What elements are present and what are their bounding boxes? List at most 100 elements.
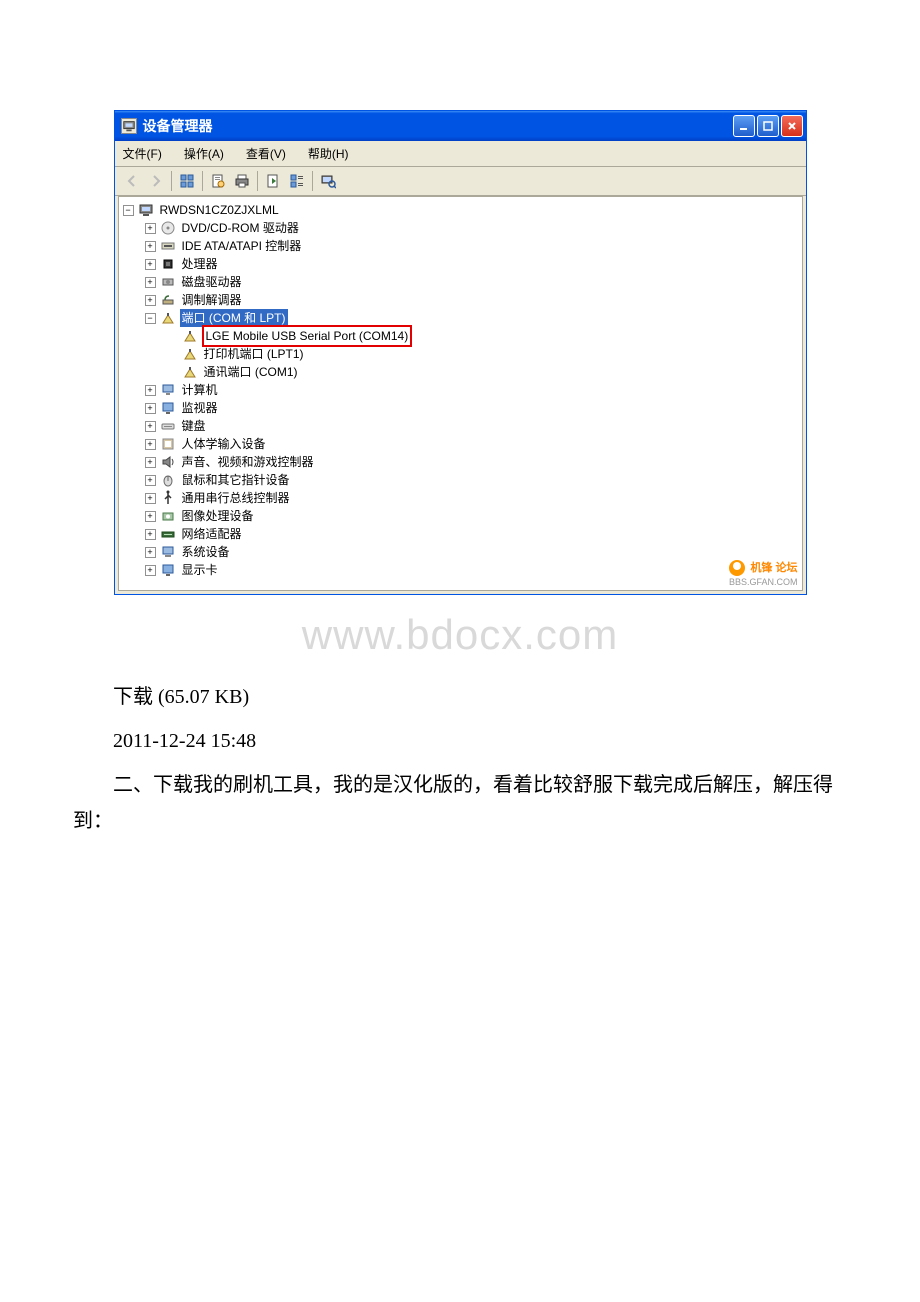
tree-node[interactable]: + 声音、视频和游戏控制器 [123, 453, 798, 471]
forum-watermark-sub: BBS.GFAN.COM [729, 577, 798, 587]
expander-icon[interactable]: + [145, 421, 156, 432]
expander-icon[interactable]: + [145, 223, 156, 234]
cpu-icon [160, 256, 176, 272]
article-body: 下载 (65.07 KB) 2011-12-24 15:48 二、下载我的刷机工… [65, 679, 855, 839]
tree-node[interactable]: + IDE ATA/ATAPI 控制器 [123, 237, 798, 255]
toolbar-scan-button[interactable] [316, 170, 340, 192]
tree-node-label[interactable]: 系统设备 [180, 543, 232, 561]
ide-icon [160, 238, 176, 254]
tree-node[interactable]: + DVD/CD-ROM 驱动器 [123, 219, 798, 237]
maximize-button[interactable] [757, 115, 779, 137]
modem-icon [160, 292, 176, 308]
expander-icon[interactable]: + [145, 547, 156, 558]
tree-node-label[interactable]: 处理器 [180, 255, 220, 273]
expander-icon[interactable]: + [145, 385, 156, 396]
cdrom-icon [160, 220, 176, 236]
expander-icon[interactable]: + [145, 277, 156, 288]
tree-node[interactable]: + 图像处理设备 [123, 507, 798, 525]
tree-node[interactable]: + 磁盘驱动器 [123, 273, 798, 291]
tree-node[interactable]: + 调制解调器 [123, 291, 798, 309]
tree-node-label[interactable]: 人体学输入设备 [180, 435, 268, 453]
tree-root[interactable]: − RWDSN1CZ0ZJXLML [123, 201, 798, 219]
expander-icon[interactable]: + [145, 565, 156, 576]
expander-icon[interactable]: + [145, 439, 156, 450]
menu-action[interactable]: 操作(A) [180, 143, 228, 164]
device-tree[interactable]: − RWDSN1CZ0ZJXLML + DVD/CD-ROM 驱动器 + IDE… [118, 196, 803, 591]
tree-node[interactable]: + 显示卡 [123, 561, 798, 579]
tree-node-label[interactable]: 通用串行总线控制器 [180, 489, 292, 507]
device-manager-icon [121, 118, 137, 134]
toolbar-properties-button[interactable] [206, 170, 230, 192]
forum-watermark-main: 机锋 论坛 [750, 562, 797, 574]
minimize-button[interactable] [733, 115, 755, 137]
expander-icon[interactable]: − [145, 313, 156, 324]
disk-icon [160, 274, 176, 290]
menu-view[interactable]: 查看(V) [242, 143, 290, 164]
system-icon [160, 544, 176, 560]
timestamp-line: 2011-12-24 15:48 [73, 723, 847, 759]
tree-node[interactable]: + 网络适配器 [123, 525, 798, 543]
tree-node-label[interactable]: 鼠标和其它指针设备 [180, 471, 292, 489]
tree-node-label[interactable]: 声音、视频和游戏控制器 [180, 453, 316, 471]
tree-child-label[interactable]: 通讯端口 (COM1) [202, 363, 300, 381]
tree-node-label[interactable]: 图像处理设备 [180, 507, 256, 525]
close-button[interactable] [781, 115, 803, 137]
menu-file[interactable]: 文件(F) [119, 143, 166, 164]
expander-icon[interactable]: + [145, 457, 156, 468]
tree-node-label[interactable]: 显示卡 [180, 561, 220, 579]
tree-node[interactable]: + 键盘 [123, 417, 798, 435]
menu-help[interactable]: 帮助(H) [304, 143, 353, 164]
forum-watermark: 机锋 论坛 BBS.GFAN.COM [729, 560, 798, 588]
toolbar-print-button[interactable] [230, 170, 254, 192]
hid-icon [160, 436, 176, 452]
expander-icon[interactable]: + [145, 475, 156, 486]
window-titlebar[interactable]: 设备管理器 [115, 111, 806, 141]
tree-node-label[interactable]: 磁盘驱动器 [180, 273, 244, 291]
tree-node-label[interactable]: 监视器 [180, 399, 220, 417]
expander-icon[interactable]: + [145, 529, 156, 540]
expander-icon[interactable]: + [145, 295, 156, 306]
tree-node[interactable]: + 监视器 [123, 399, 798, 417]
tree-node-label[interactable]: DVD/CD-ROM 驱动器 [180, 219, 301, 237]
port-icon [182, 346, 198, 362]
network-icon [160, 526, 176, 542]
tree-node-label[interactable]: 键盘 [180, 417, 208, 435]
forward-button [144, 170, 168, 192]
tree-child-node[interactable]: LGE Mobile USB Serial Port (COM14) [123, 327, 798, 345]
device-manager-window: 设备管理器 文件(F) 操作(A) 查看(V) 帮助(H) [114, 110, 807, 595]
tree-child-node[interactable]: 通讯端口 (COM1) [123, 363, 798, 381]
tree-node[interactable]: + 处理器 [123, 255, 798, 273]
usb-icon [160, 490, 176, 506]
mouse-icon [160, 472, 176, 488]
toolbar-details-button[interactable] [285, 170, 309, 192]
expander-icon[interactable]: − [123, 205, 134, 216]
tree-node[interactable]: + 人体学输入设备 [123, 435, 798, 453]
expander-icon[interactable]: + [145, 259, 156, 270]
monitor-icon [160, 400, 176, 416]
expander-icon[interactable]: + [145, 403, 156, 414]
expander-icon[interactable]: + [145, 241, 156, 252]
tree-node-label[interactable]: 计算机 [180, 381, 220, 399]
tree-node-label[interactable]: IDE ATA/ATAPI 控制器 [180, 237, 304, 255]
download-line: 下载 (65.07 KB) [73, 679, 847, 715]
tree-node-label[interactable]: 网络适配器 [180, 525, 244, 543]
tree-child-label[interactable]: 打印机端口 (LPT1) [202, 345, 306, 363]
tree-node[interactable]: + 鼠标和其它指针设备 [123, 471, 798, 489]
tree-child-node[interactable]: 打印机端口 (LPT1) [123, 345, 798, 363]
back-button [120, 170, 144, 192]
toolbar-refresh-button[interactable] [261, 170, 285, 192]
tree-node[interactable]: + 通用串行总线控制器 [123, 489, 798, 507]
tree-child-label-lge[interactable]: LGE Mobile USB Serial Port (COM14) [202, 325, 413, 347]
forum-logo-icon [729, 560, 745, 576]
expander-icon[interactable]: + [145, 511, 156, 522]
tree-node[interactable]: + 计算机 [123, 381, 798, 399]
toolbar [115, 167, 806, 196]
tree-root-label[interactable]: RWDSN1CZ0ZJXLML [158, 201, 281, 219]
computer-icon [160, 382, 176, 398]
port-icon [182, 328, 198, 344]
toolbar-view-button[interactable] [175, 170, 199, 192]
tree-node-label[interactable]: 调制解调器 [180, 291, 244, 309]
expander-icon[interactable]: + [145, 493, 156, 504]
paragraph-1: 二、下载我的刷机工具，我的是汉化版的，看着比较舒服下载完成后解压，解压得到： [73, 767, 847, 839]
tree-node[interactable]: + 系统设备 [123, 543, 798, 561]
